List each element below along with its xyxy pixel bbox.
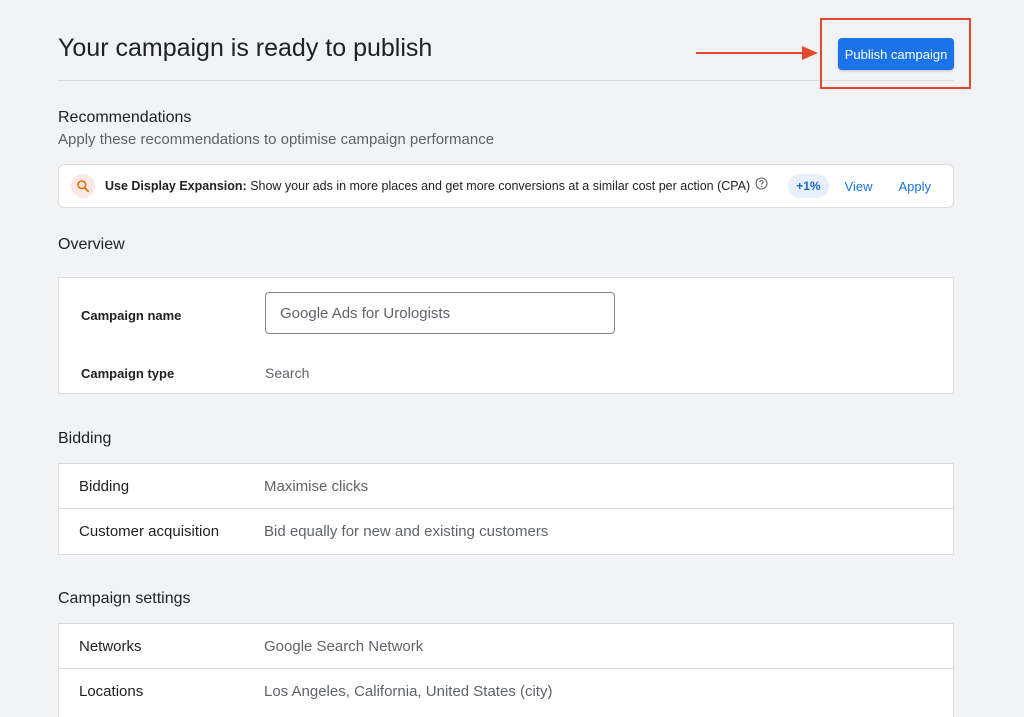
recommendation-text: Use Display Expansion: Show your ads in … [105, 179, 750, 193]
overview-heading: Overview [58, 236, 125, 253]
row-value: Maximise clicks [264, 477, 369, 495]
campaign-name-input[interactable] [265, 292, 615, 334]
locations-row[interactable]: Locations Los Angeles, California, Unite… [59, 669, 953, 714]
row-value: Bid equally for new and existing custome… [264, 523, 549, 540]
row-value: Google Search Network [264, 637, 424, 655]
bidding-panel: Bidding Maximise clicks Customer acquisi… [58, 463, 954, 555]
customer-acquisition-row[interactable]: Customer acquisition Bid equally for new… [59, 509, 953, 554]
campaign-type-value: Search [265, 365, 310, 381]
search-icon [71, 174, 95, 198]
campaign-type-label: Campaign type [81, 366, 175, 381]
recommendations-heading: Recommendations [58, 109, 192, 126]
page-title: Your campaign is ready to publish [58, 34, 433, 62]
row-label: Networks [79, 637, 142, 655]
row-label: Customer acquisition [79, 523, 220, 540]
view-recommendation-link[interactable]: View [845, 179, 873, 194]
uplift-badge: +1% [788, 174, 829, 198]
publish-campaign-button[interactable]: Publish campaign [838, 38, 954, 70]
annotation-arrow [696, 46, 818, 60]
overview-panel: Campaign name Campaign type Search [58, 277, 954, 394]
recommendation-description: Show your ads in more places and get mor… [246, 179, 751, 193]
campaign-name-label: Campaign name [81, 308, 182, 323]
row-label: Bidding [79, 477, 130, 495]
publish-review-page: Your campaign is ready to publish Publis… [0, 0, 1024, 717]
bidding-heading: Bidding [58, 430, 112, 447]
bidding-row[interactable]: Bidding Maximise clicks [59, 464, 953, 509]
recommendation-title: Use Display Expansion: [105, 179, 247, 193]
campaign-settings-panel: Networks Google Search Network Locations… [58, 623, 954, 717]
row-label: Locations [79, 683, 144, 700]
networks-row[interactable]: Networks Google Search Network [59, 624, 953, 669]
help-icon[interactable] [755, 177, 768, 195]
recommendation-card: Use Display Expansion: Show your ads in … [58, 164, 954, 208]
apply-recommendation-link[interactable]: Apply [899, 179, 932, 194]
recommendations-subtitle: Apply these recommendations to optimise … [58, 131, 495, 148]
campaign-settings-heading: Campaign settings [58, 590, 191, 607]
row-value: Los Angeles, California, United States (… [264, 683, 553, 700]
